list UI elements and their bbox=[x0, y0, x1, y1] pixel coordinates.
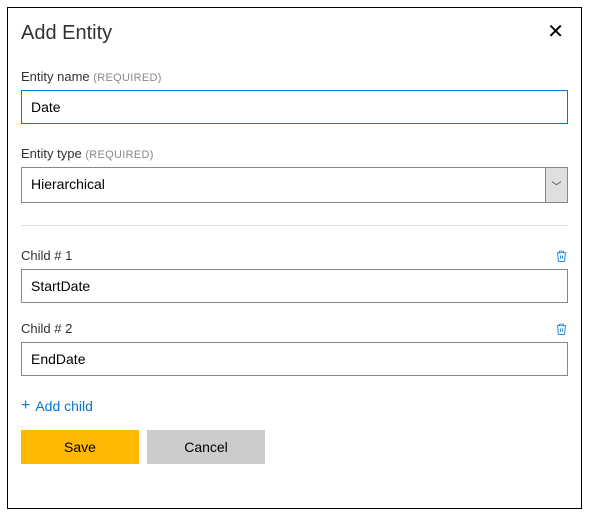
entity-name-group: Entity name (REQUIRED) bbox=[21, 69, 568, 124]
entity-type-select[interactable]: Hierarchical ﹀ bbox=[21, 167, 568, 203]
divider bbox=[21, 225, 568, 226]
cancel-button[interactable]: Cancel bbox=[147, 430, 265, 464]
required-tag: (REQUIRED) bbox=[85, 149, 153, 161]
add-child-label: Add child bbox=[35, 398, 93, 414]
child-row-2: Child # 2 bbox=[21, 321, 568, 376]
child-1-input[interactable] bbox=[21, 269, 568, 303]
dialog-header: Add Entity ✕ bbox=[21, 22, 568, 45]
entity-type-label: Entity type (REQUIRED) bbox=[21, 146, 568, 161]
entity-name-label: Entity name (REQUIRED) bbox=[21, 69, 568, 84]
child-label-row: Child # 2 bbox=[21, 321, 568, 336]
entity-name-label-text: Entity name bbox=[21, 69, 90, 84]
chevron-down-icon: ﹀ bbox=[545, 168, 567, 202]
add-entity-dialog: Add Entity ✕ Entity name (REQUIRED) Enti… bbox=[7, 7, 582, 509]
entity-type-group: Entity type (REQUIRED) Hierarchical ﹀ bbox=[21, 146, 568, 203]
trash-icon[interactable] bbox=[555, 249, 568, 263]
dialog-title: Add Entity bbox=[21, 22, 112, 45]
child-2-input[interactable] bbox=[21, 342, 568, 376]
entity-type-value: Hierarchical bbox=[22, 168, 545, 202]
child-label-row: Child # 1 bbox=[21, 248, 568, 263]
child-row-1: Child # 1 bbox=[21, 248, 568, 303]
entity-type-label-text: Entity type bbox=[21, 146, 82, 161]
child-1-label: Child # 1 bbox=[21, 248, 72, 263]
entity-name-input[interactable] bbox=[21, 90, 568, 124]
close-icon[interactable]: ✕ bbox=[543, 22, 568, 42]
save-button[interactable]: Save bbox=[21, 430, 139, 464]
required-tag: (REQUIRED) bbox=[93, 72, 161, 84]
trash-icon[interactable] bbox=[555, 322, 568, 336]
add-child-button[interactable]: + Add child bbox=[21, 398, 93, 414]
child-2-label: Child # 2 bbox=[21, 321, 72, 336]
button-row: Save Cancel bbox=[21, 430, 568, 464]
plus-icon: + bbox=[21, 398, 30, 414]
